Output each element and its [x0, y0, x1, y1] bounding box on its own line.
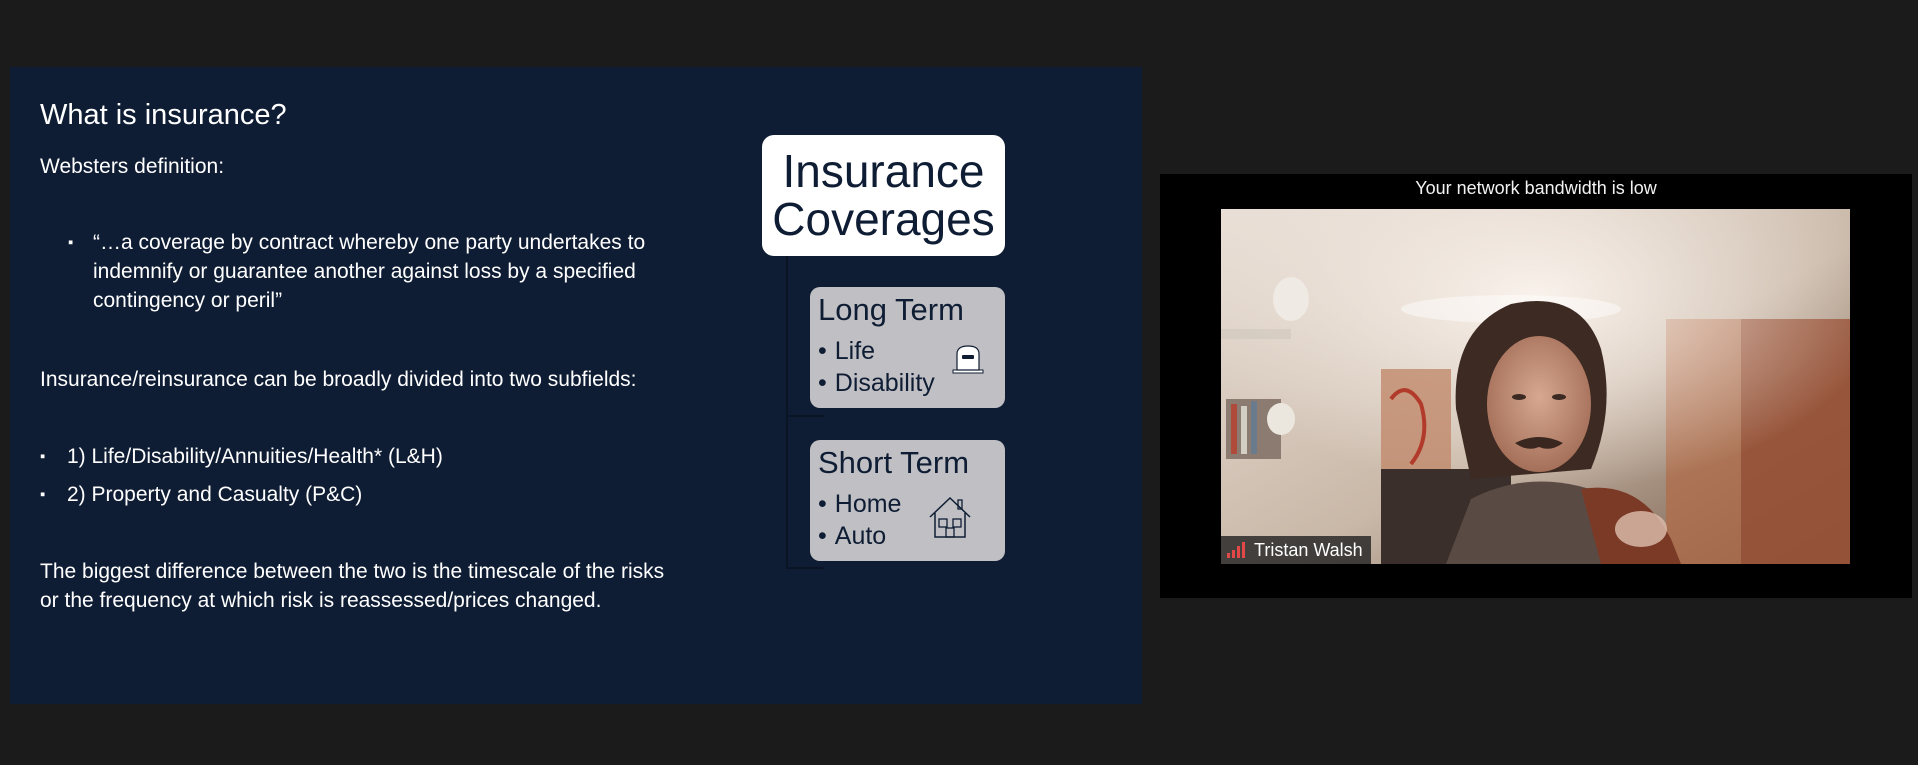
short-term-item: • Home — [818, 490, 902, 518]
diagram-header-line: Insurance — [782, 145, 985, 197]
long-term-title: Long Term — [818, 292, 964, 327]
participant-video-tile[interactable]: Your network bandwidth is low Tristan Wa… — [1160, 174, 1912, 598]
bullet-marker: ▪ — [40, 486, 46, 503]
slide-title: What is insurance? — [40, 99, 287, 131]
conclusion-line: or the frequency at which risk is reasse… — [40, 589, 602, 612]
participant-name-tag: Tristan Walsh — [1221, 536, 1371, 564]
short-term-box: Short Term • Home • Auto — [810, 440, 1005, 561]
diagram-header: Insurance Coverages — [762, 135, 1005, 256]
subfield-label: 2) Property and Casualty (P&C) — [67, 483, 363, 506]
shared-slide: What is insurance? Websters definition: … — [10, 67, 1142, 704]
meeting-window: What is insurance? Websters definition: … — [0, 0, 1918, 765]
signal-strength-icon — [1227, 542, 1247, 558]
subfield-item: ▪ 2) Property and Casualty (P&C) — [40, 480, 362, 509]
quote-line: contingency or peril” — [93, 289, 283, 312]
long-term-box: Long Term • Life • Disability — [810, 287, 1005, 408]
definition-heading: Websters definition: — [40, 155, 225, 178]
network-warning: Your network bandwidth is low — [1415, 178, 1657, 198]
short-term-title: Short Term — [818, 445, 970, 480]
house-icon — [927, 495, 973, 544]
participant-name: Tristan Walsh — [1254, 539, 1363, 560]
bullet-marker: ▪ — [68, 234, 74, 251]
long-term-item: • Disability — [818, 369, 935, 397]
bullet-marker: ▪ — [40, 448, 46, 465]
quote-line: indemnify or guarantee another against l… — [93, 260, 636, 283]
long-term-item: • Life — [818, 337, 876, 365]
conclusion-line: The biggest difference between the two i… — [40, 560, 665, 583]
tombstone-icon — [951, 343, 985, 380]
subfields-intro: Insurance/reinsurance can be broadly div… — [40, 368, 637, 391]
quote-line: “…a coverage by contract whereby one par… — [93, 231, 646, 254]
definition-quote: ▪ “…a coverage by contract whereby one p… — [68, 228, 645, 315]
subfield-item: ▪ 1) Life/Disability/Annuities/Health* (… — [40, 442, 443, 471]
subfield-label: 1) Life/Disability/Annuities/Health* (L&… — [67, 445, 443, 468]
short-term-item: • Auto — [818, 522, 887, 550]
camera-feed: Tristan Walsh — [1221, 209, 1850, 564]
diagram-header-line: Coverages — [772, 193, 995, 245]
